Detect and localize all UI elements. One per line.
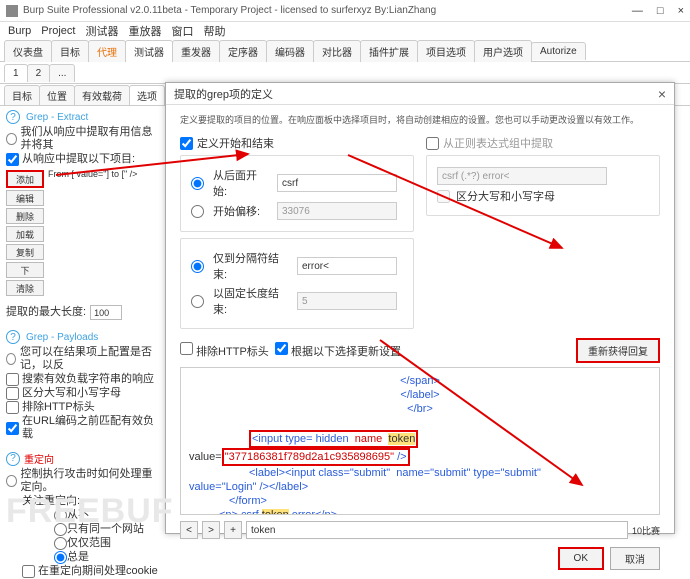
tab-sequencer[interactable]: 定序器 — [219, 40, 267, 62]
menu-intruder[interactable]: 测试器 — [86, 23, 119, 39]
gp-check-0[interactable] — [6, 373, 19, 386]
gear-icon[interactable] — [6, 133, 17, 145]
menu-repeater[interactable]: 重放器 — [129, 23, 162, 39]
subtab-positions[interactable]: 位置 — [39, 85, 75, 105]
attack-tab-new[interactable]: ... — [49, 64, 75, 82]
dialog-desc: 定义要提取的项目的位置。在响应面板中选择项目时，将自动创建相应的设置。您也可以手… — [180, 113, 660, 126]
gp-label-3: 在URL编码之前匹配有效负载 — [22, 415, 161, 441]
extract-dialog: 提取的grep项的定义 × 定义要提取的项目的位置。在响应面板中选择项目时，将自… — [165, 82, 675, 534]
load-button[interactable]: 加载 — [6, 226, 44, 242]
maximize-button[interactable]: □ — [657, 5, 664, 17]
end-delim-input[interactable] — [297, 257, 397, 275]
window-title: Burp Suite Professional v2.0.11beta - Te… — [23, 5, 632, 16]
tab-autorize[interactable]: Autorize — [531, 42, 586, 60]
regex-check[interactable] — [426, 137, 439, 150]
attack-tab-2[interactable]: 2 — [27, 64, 51, 82]
ok-button[interactable]: OK — [558, 547, 604, 570]
tab-target[interactable]: 目标 — [51, 40, 89, 62]
menu-project[interactable]: Project — [41, 25, 75, 37]
start-offset-radio[interactable] — [191, 205, 204, 218]
maxlen-input[interactable] — [90, 305, 122, 320]
subtab-target[interactable]: 目标 — [4, 85, 40, 105]
add-button[interactable]: 添加 — [6, 170, 44, 188]
copy-button[interactable]: 复制 — [6, 244, 44, 260]
help-icon[interactable]: ? — [6, 452, 20, 466]
edit-button[interactable]: 编辑 — [6, 190, 44, 206]
grep-payloads-title: Grep - Payloads — [26, 332, 98, 343]
from-after-radio[interactable] — [191, 177, 204, 190]
extract-enable-label: 从响应中提取以下项目: — [22, 153, 135, 166]
grep-payloads-desc: 您可以在结果项上配置是否记，以反 — [20, 346, 161, 372]
delete-button[interactable]: 删除 — [6, 208, 44, 224]
gp-check-2[interactable] — [6, 401, 19, 414]
tab-project-opts[interactable]: 项目选项 — [417, 40, 475, 62]
tab-user-opts[interactable]: 用户选项 — [474, 40, 532, 62]
refetch-button[interactable]: 重新获得回复 — [576, 338, 660, 363]
tab-intruder[interactable]: 测试器 — [125, 40, 173, 62]
search-next-button[interactable]: > — [202, 521, 220, 539]
dialog-title: 提取的grep项的定义 — [174, 86, 273, 102]
extract-list-item: From [ value="] to [" /> — [48, 167, 137, 179]
tab-comparer[interactable]: 对比器 — [313, 40, 361, 62]
regex-input — [437, 167, 607, 185]
extract-enable-check[interactable] — [6, 153, 19, 166]
subtab-options[interactable]: 选项 — [129, 85, 165, 105]
gp-check-3[interactable] — [6, 422, 19, 435]
help-icon[interactable]: ? — [6, 110, 20, 124]
help-icon[interactable]: ? — [6, 330, 20, 344]
top-tabs: 仪表盘 目标 代理 测试器 重发器 定序器 编码器 对比器 插件扩展 项目选项 … — [0, 40, 690, 62]
match-count: 10比赛 — [632, 524, 660, 537]
attack-tab-1[interactable]: 1 — [4, 64, 28, 82]
watermark: FREEBUF — [6, 492, 174, 531]
redirect-desc: 控制执行攻击时如何处理重定向。 — [21, 468, 161, 494]
from-after-input[interactable] — [277, 174, 397, 192]
close-button[interactable]: × — [678, 5, 684, 17]
update-cfg-check[interactable] — [275, 342, 288, 355]
menubar: Burp Project 测试器 重放器 窗口 帮助 — [0, 22, 690, 40]
maxlen-label: 提取的最大长度: — [6, 306, 86, 319]
gp-label-0: 搜索有效负载字符串的响应 — [22, 373, 154, 386]
start-end-check[interactable] — [180, 137, 193, 150]
case-check — [437, 190, 450, 203]
gp-check-1[interactable] — [6, 387, 19, 400]
dialog-close-icon[interactable]: × — [658, 86, 666, 102]
response-preview[interactable]: </span> </label> </br> <input type= hidd… — [180, 367, 660, 515]
clear-button[interactable]: 清除 — [6, 280, 44, 296]
tab-extender[interactable]: 插件扩展 — [360, 40, 418, 62]
search-input[interactable] — [246, 521, 628, 539]
fixed-len-input[interactable] — [297, 292, 397, 310]
redir-always[interactable] — [54, 551, 67, 564]
redir-cookie-check[interactable] — [22, 565, 35, 578]
menu-window[interactable]: 窗口 — [172, 23, 194, 39]
gear-icon[interactable] — [6, 475, 17, 487]
search-opts-button[interactable]: + — [224, 521, 242, 539]
tab-dashboard[interactable]: 仪表盘 — [4, 40, 52, 62]
tab-encoder[interactable]: 编码器 — [266, 40, 314, 62]
menu-help[interactable]: 帮助 — [204, 23, 226, 39]
grep-extract-desc: 我们从响应中提取有用信息并将其 — [21, 126, 161, 152]
attack-tabs: 1 2 ... — [0, 62, 690, 84]
end-delim-radio[interactable] — [191, 260, 204, 273]
search-prev-button[interactable]: < — [180, 521, 198, 539]
start-offset-input[interactable] — [277, 202, 397, 220]
menu-burp[interactable]: Burp — [8, 25, 31, 37]
down-button[interactable]: 下 — [6, 262, 44, 278]
redirect-title: 重定向 — [24, 451, 54, 466]
tab-repeater[interactable]: 重发器 — [172, 40, 220, 62]
app-icon — [6, 5, 18, 17]
gp-label-1: 区分大写和小写字母 — [22, 387, 121, 400]
gp-label-2: 排除HTTP标头 — [22, 401, 95, 414]
grep-extract-title: Grep - Extract — [26, 112, 88, 123]
redir-scope[interactable] — [54, 537, 67, 550]
exclude-headers-check[interactable] — [180, 342, 193, 355]
minimize-button[interactable]: — — [632, 5, 643, 17]
gear-icon[interactable] — [6, 353, 16, 365]
fixed-len-radio[interactable] — [191, 295, 204, 308]
cancel-button[interactable]: 取消 — [610, 547, 660, 570]
tab-proxy[interactable]: 代理 — [88, 40, 126, 62]
subtab-payloads[interactable]: 有效载荷 — [74, 85, 130, 105]
